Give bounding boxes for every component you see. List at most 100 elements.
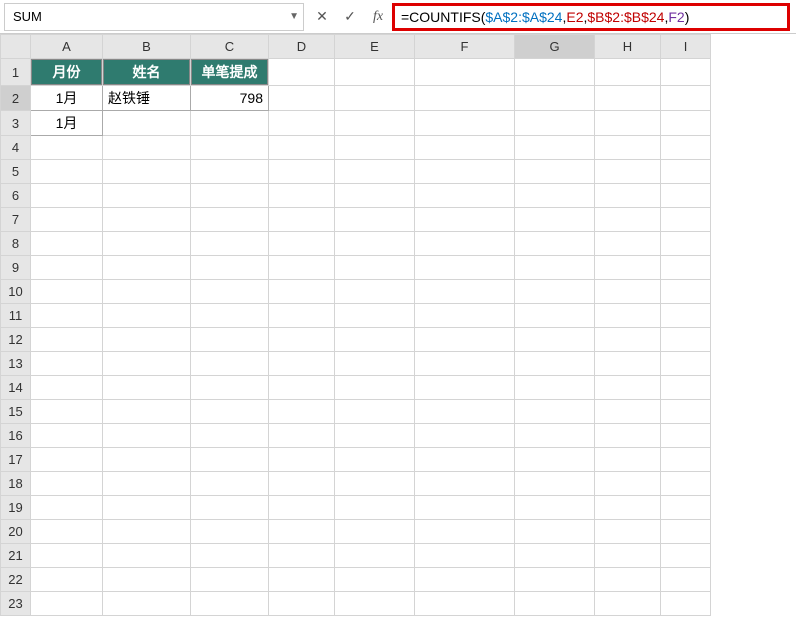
table1-header[interactable]: 月份 [31,59,102,85]
cell[interactable] [415,208,514,231]
cell[interactable] [595,592,660,615]
cell[interactable] [269,448,334,471]
cell[interactable] [335,400,414,423]
cell[interactable] [103,424,190,447]
cell[interactable] [415,256,514,279]
cell[interactable] [515,448,594,471]
cell[interactable] [103,208,190,231]
cell[interactable] [661,592,710,615]
column-header-C[interactable]: C [191,35,269,59]
cell[interactable] [415,520,514,543]
row-header[interactable]: 2 [1,86,31,111]
formula-input[interactable]: =COUNTIFS($A$2:$A$24,E2,$B$2:$B$24,F2) [392,3,790,31]
cell[interactable] [661,160,710,183]
cell[interactable] [103,472,190,495]
cell[interactable] [415,400,514,423]
table1-header[interactable]: 单笔提成 [191,59,268,85]
row-header[interactable]: 3 [1,111,31,136]
cell[interactable] [103,328,190,351]
cell[interactable] [191,328,268,351]
cell[interactable] [31,592,102,615]
cell[interactable] [335,256,414,279]
cell[interactable] [269,59,334,85]
cell[interactable] [335,280,414,303]
cell[interactable] [191,136,268,159]
cell[interactable] [103,352,190,375]
cell[interactable] [415,136,514,159]
cell[interactable] [269,400,334,423]
cell[interactable] [335,520,414,543]
cell[interactable] [415,352,514,375]
row-header[interactable]: 16 [1,424,31,448]
cell[interactable] [103,496,190,519]
row-header[interactable]: 21 [1,544,31,568]
cell[interactable] [415,496,514,519]
cell[interactable] [515,376,594,399]
cell[interactable] [335,424,414,447]
cell[interactable] [415,592,514,615]
row-header[interactable]: 6 [1,184,31,208]
cell[interactable] [335,86,414,110]
cell[interactable] [595,280,660,303]
cell[interactable] [191,472,268,495]
cell[interactable] [661,111,710,135]
cell[interactable] [661,232,710,255]
cell[interactable] [595,59,660,85]
cell[interactable] [31,136,102,159]
cell[interactable] [103,136,190,159]
row-header[interactable]: 4 [1,136,31,160]
cell[interactable] [31,256,102,279]
row-header[interactable]: 20 [1,520,31,544]
cell[interactable] [661,448,710,471]
cell[interactable] [335,304,414,327]
cell[interactable] [661,472,710,495]
cell[interactable] [515,111,594,135]
cell[interactable] [269,520,334,543]
cell[interactable] [515,520,594,543]
cell[interactable] [31,232,102,255]
cell[interactable] [269,352,334,375]
cell[interactable] [515,472,594,495]
cell[interactable] [31,448,102,471]
cell[interactable] [661,59,710,85]
cell[interactable] [103,256,190,279]
column-header-H[interactable]: H [595,35,661,59]
cell[interactable] [103,400,190,423]
row-header[interactable]: 17 [1,448,31,472]
cell[interactable] [595,160,660,183]
cell[interactable] [103,376,190,399]
cell[interactable] [595,424,660,447]
row-header[interactable]: 14 [1,376,31,400]
cell[interactable] [191,280,268,303]
cell[interactable] [661,544,710,567]
cell[interactable] [191,111,268,135]
table1-amount[interactable]: 798 [191,86,268,110]
cell[interactable] [269,472,334,495]
cell[interactable] [103,568,190,591]
cell[interactable] [515,232,594,255]
cell[interactable] [595,328,660,351]
cell[interactable] [269,136,334,159]
cell[interactable] [103,544,190,567]
cell[interactable] [335,232,414,255]
cell[interactable] [31,496,102,519]
cell[interactable] [661,376,710,399]
cell[interactable] [103,111,190,135]
cell[interactable] [191,232,268,255]
cell[interactable] [191,304,268,327]
row-header[interactable]: 5 [1,160,31,184]
column-header-E[interactable]: E [335,35,415,59]
cell[interactable] [191,184,268,207]
cell[interactable] [515,400,594,423]
cell[interactable] [269,86,334,110]
cell[interactable] [31,520,102,543]
cell[interactable] [335,184,414,207]
cell[interactable] [595,352,660,375]
cell[interactable] [191,448,268,471]
row-header[interactable]: 10 [1,280,31,304]
cell[interactable] [103,304,190,327]
cell[interactable] [595,184,660,207]
cell[interactable] [595,568,660,591]
cell[interactable] [335,136,414,159]
cell[interactable] [335,376,414,399]
